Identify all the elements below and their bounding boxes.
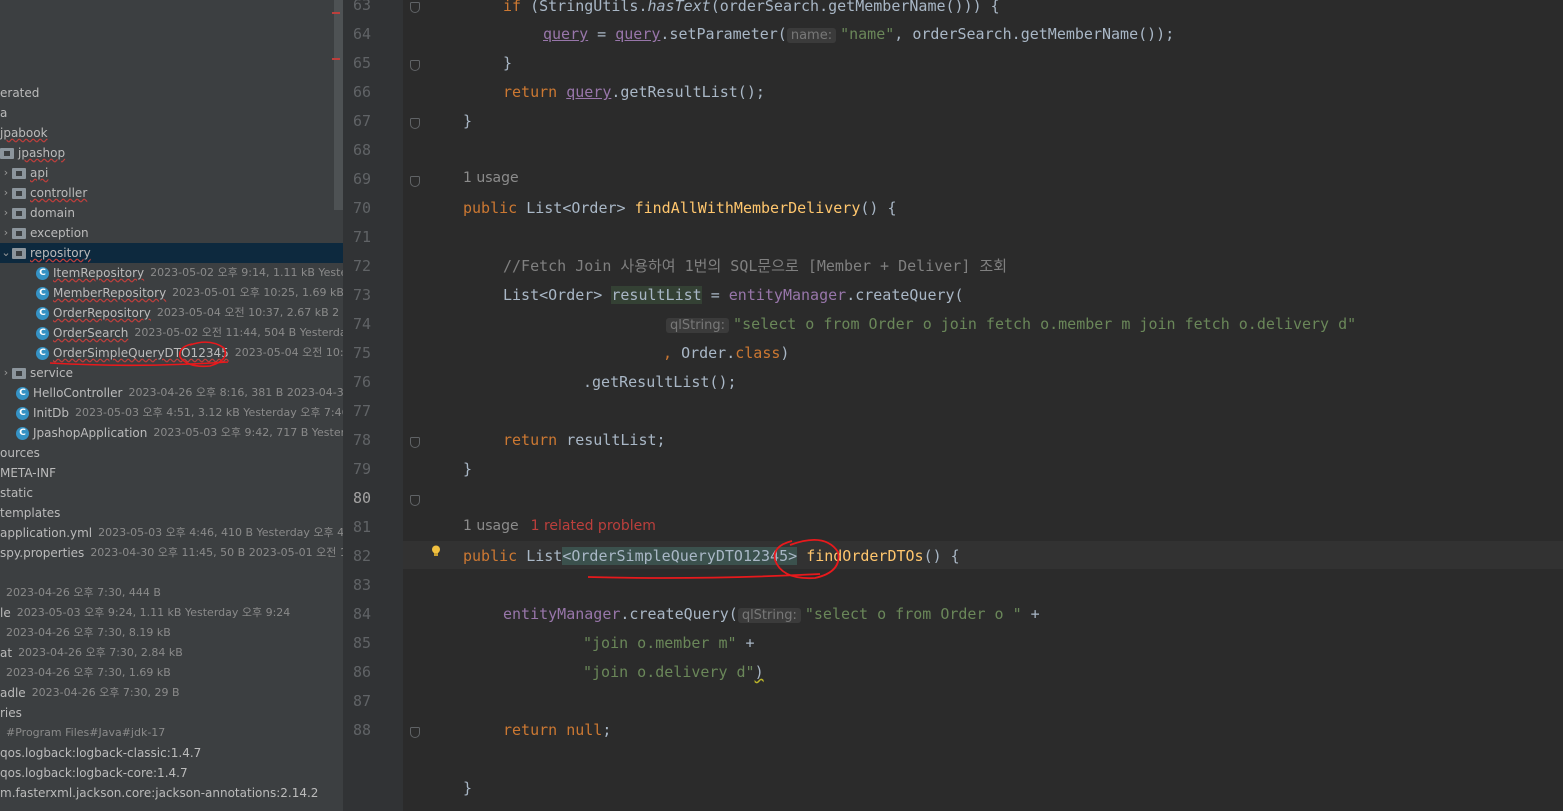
annotation-circle — [178, 341, 227, 368]
annotation-circle — [773, 538, 840, 580]
red-annotation-overlay — [49, 341, 840, 580]
annotation-underline — [49, 361, 229, 367]
annotation-underline — [587, 573, 821, 579]
